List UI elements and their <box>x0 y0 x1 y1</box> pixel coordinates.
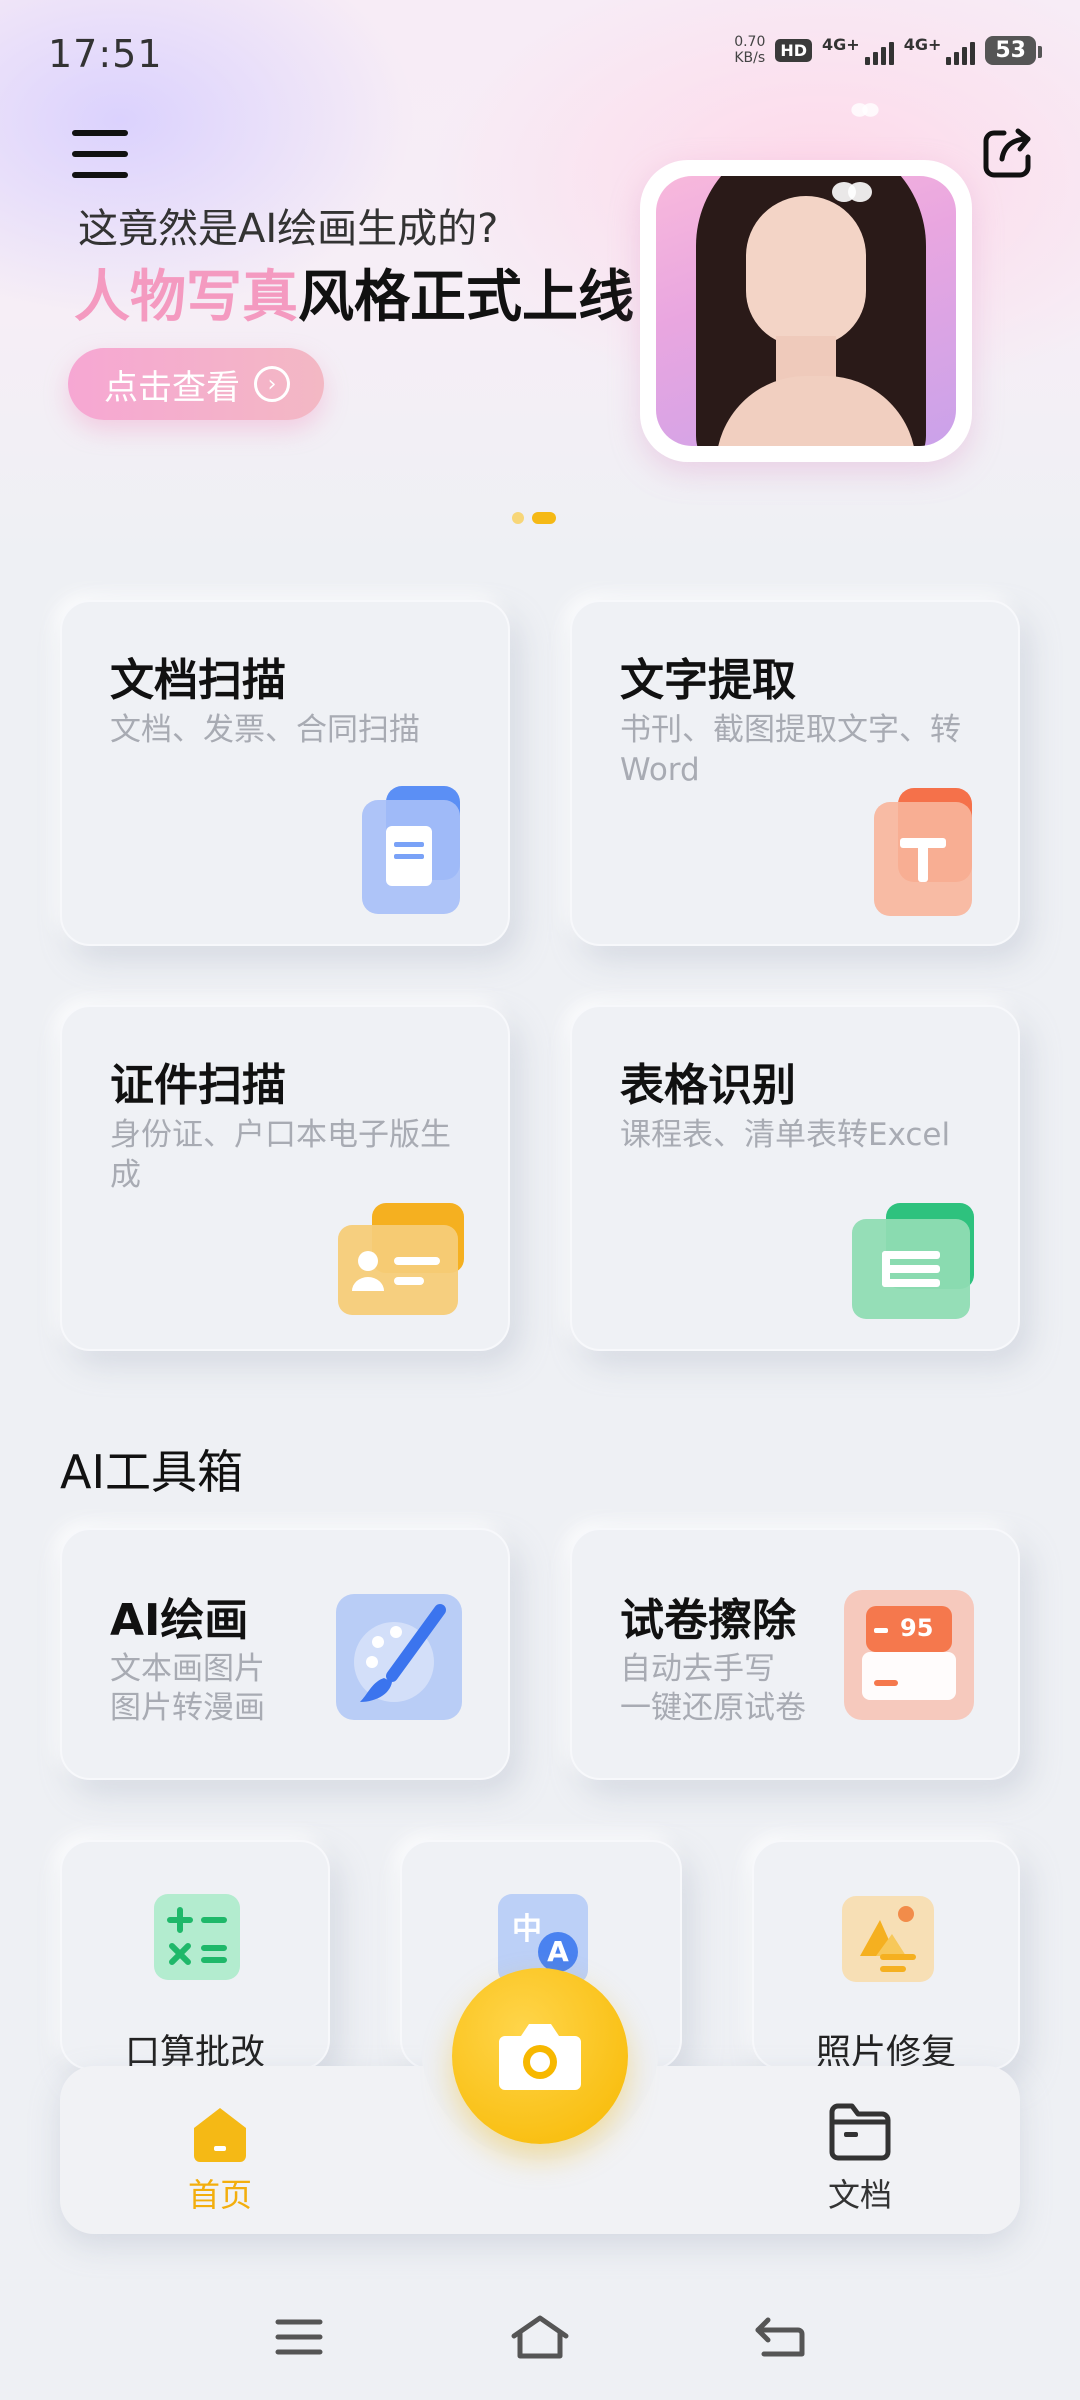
status-time: 17:51 <box>48 32 163 76</box>
network-speed-value: 0.70 <box>734 34 766 50</box>
paint-brush-icon <box>336 1594 462 1720</box>
network-speed-unit: KB/s <box>734 50 766 66</box>
system-navigation-bar <box>0 2280 1080 2400</box>
butterfly-icon <box>851 103 879 117</box>
math-check-icon <box>154 1894 240 1980</box>
tool-photo-restore[interactable]: 照片修复 <box>752 1840 1020 2073</box>
nav-home-label[interactable]: 首页 <box>180 2170 260 2216</box>
status-bar: 17:51 0.70 KB/s HD 4G+ 4G+ 53 <box>0 0 1080 110</box>
banner-headline-rest: 风格正式上线 <box>298 265 634 330</box>
document-scan-icon <box>362 786 460 914</box>
share-icon[interactable] <box>980 125 1036 181</box>
pagination-dot-active[interactable] <box>532 512 556 524</box>
camera-icon <box>499 2024 581 2090</box>
network-speed: 0.70 KB/s <box>734 34 765 66</box>
signal-icon-sim2: 4G+ <box>904 35 976 65</box>
card-title: 文档扫描 <box>110 655 286 706</box>
card-subtitle-line: 图片转漫画 <box>110 1690 265 1726</box>
text-extract-icon <box>874 788 972 916</box>
nav-docs-label[interactable]: 文档 <box>820 2170 900 2216</box>
ai-card-ai-painting[interactable]: AI绘画 文本画图片 图片转漫画 <box>60 1528 510 1780</box>
feature-card-document-scan[interactable]: 文档扫描 文档、发票、合同扫描 <box>60 600 510 946</box>
menu-icon[interactable] <box>72 130 128 178</box>
tool-math-check[interactable]: 口算批改 <box>60 1840 330 2073</box>
card-subtitle: 文档、发票、合同扫描 <box>110 712 420 748</box>
feature-card-text-extract[interactable]: 文字提取 书刊、截图提取文字、转Word <box>570 600 1020 946</box>
section-title-ai-toolbox: AI工具箱 <box>60 1445 244 1499</box>
exam-erase-icon: 95 <box>844 1590 974 1720</box>
home-nav-icon[interactable] <box>510 2314 570 2360</box>
nav-home-tab[interactable] <box>185 2104 255 2168</box>
card-title: 文字提取 <box>620 655 796 706</box>
network-type-label: 4G+ <box>822 35 860 54</box>
table-recognize-icon <box>852 1203 974 1319</box>
card-title: 证件扫描 <box>110 1060 286 1111</box>
feature-card-table-recognize[interactable]: 表格识别 课程表、清单表转Excel <box>570 1005 1020 1351</box>
ai-card-exam-erase[interactable]: 试卷擦除 自动去手写 一键还原试卷 95 <box>570 1528 1020 1780</box>
feature-card-id-scan[interactable]: 证件扫描 身份证、户口本电子版生成 <box>60 1005 510 1351</box>
translate-glyph-source: 中 <box>512 1912 542 1947</box>
card-title: 表格识别 <box>620 1060 796 1111</box>
status-indicators: 0.70 KB/s HD 4G+ 4G+ 53 <box>734 34 1042 66</box>
id-card-icon <box>338 1203 464 1315</box>
banner-pagination <box>512 512 556 524</box>
signal-icon-sim1: 4G+ <box>822 35 894 65</box>
banner-subtitle: 这竟然是AI绘画生成的? <box>78 206 499 252</box>
hd-icon: HD <box>775 38 813 62</box>
card-title: AI绘画 <box>110 1595 249 1646</box>
recent-apps-icon[interactable] <box>274 2316 324 2358</box>
photo-restore-icon <box>842 1896 934 1982</box>
card-subtitle: 课程表、清单表转Excel <box>620 1117 951 1153</box>
arrow-right-icon: › <box>254 366 290 402</box>
pagination-dot[interactable] <box>512 512 524 524</box>
card-subtitle: 自动去手写 一键还原试卷 <box>620 1650 806 1728</box>
card-subtitle: 身份证、户口本电子版生成 <box>110 1117 451 1193</box>
card-title: 试卷擦除 <box>620 1595 796 1646</box>
card-subtitle-line: 文本画图片 <box>110 1651 265 1687</box>
exam-score-badge: 95 <box>900 1614 934 1642</box>
banner-headline: 人物写真风格正式上线 <box>74 252 634 333</box>
card-subtitle-line: 一键还原试卷 <box>620 1690 806 1726</box>
card-subtitle: 书刊、截图提取文字、转Word <box>620 712 961 788</box>
banner-portrait-image[interactable] <box>640 160 972 462</box>
card-subtitle-line: 自动去手写 <box>620 1651 775 1687</box>
back-icon[interactable] <box>752 2314 808 2360</box>
network-type-label: 4G+ <box>903 35 942 54</box>
banner-view-button-label: 点击查看 <box>104 367 240 408</box>
home-icon <box>194 2108 246 2162</box>
butterfly-icon <box>832 182 872 202</box>
banner-view-button[interactable]: 点击查看 › <box>68 348 324 420</box>
camera-button[interactable] <box>452 1968 628 2144</box>
banner-headline-highlight: 人物写真 <box>74 265 298 330</box>
portrait-illustration <box>656 176 956 446</box>
battery-icon: 53 <box>985 35 1042 65</box>
card-subtitle: 文本画图片 图片转漫画 <box>110 1650 265 1728</box>
translate-glyph-target: A <box>538 1932 578 1972</box>
folder-icon[interactable] <box>826 2102 894 2164</box>
